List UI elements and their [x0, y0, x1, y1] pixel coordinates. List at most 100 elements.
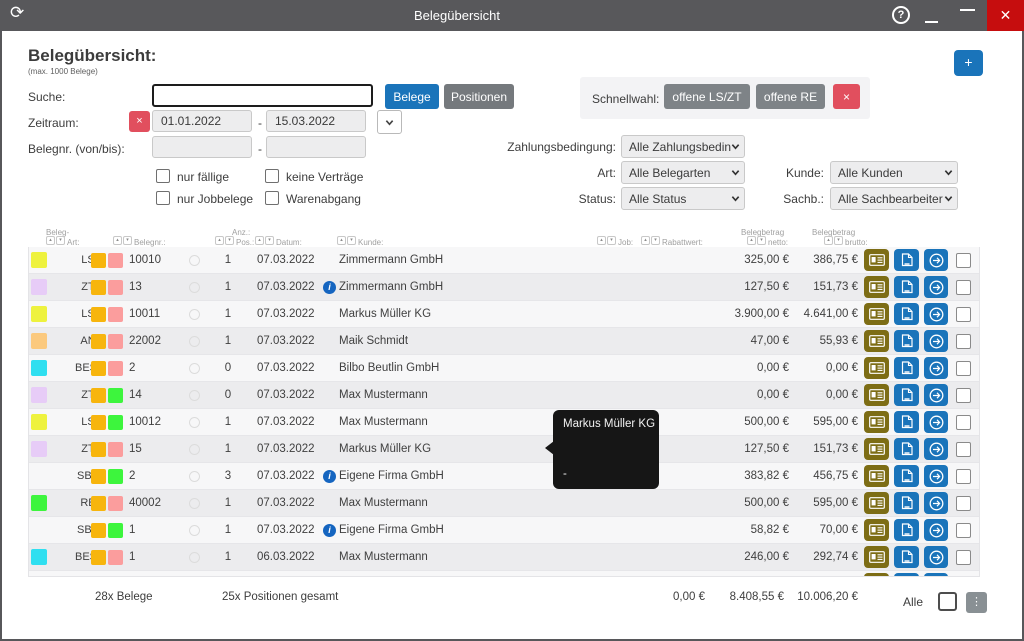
open-beleg-button[interactable] [924, 303, 948, 325]
pdf-button[interactable] [894, 573, 919, 577]
sort-buttons-job[interactable]: ▴▾ [597, 236, 616, 245]
sort-buttons-art[interactable]: ▴▾ [46, 236, 65, 245]
open-beleg-button[interactable] [924, 384, 948, 406]
pdf-button[interactable] [894, 303, 919, 325]
open-beleg-button[interactable] [924, 276, 948, 298]
open-beleg-button[interactable] [924, 411, 948, 433]
open-beleg-button[interactable] [924, 438, 948, 460]
positionen-button[interactable]: Positionen [444, 84, 514, 109]
warenabgang-checkbox[interactable] [265, 191, 279, 205]
table-row[interactable]: SBB 1 1 07.03.2022 i Eigene Firma GmbH 5… [29, 517, 979, 544]
table-row[interactable]: RE 40002 1 07.03.2022 i Max Mustermann 5… [29, 490, 979, 517]
pdf-button[interactable] [894, 546, 919, 568]
table-row[interactable]: ZT 13 1 07.03.2022 i Zimmermann GmbH 127… [29, 274, 979, 301]
open-beleg-button[interactable] [924, 492, 948, 514]
alle-checkbox[interactable] [938, 592, 957, 611]
info-icon[interactable]: i [323, 524, 336, 537]
sort-buttons-netto[interactable]: ▴▾ [747, 236, 766, 245]
belegnr-von-field[interactable] [152, 136, 252, 158]
minimize-icon[interactable] [925, 21, 938, 23]
offene-lszt-button[interactable]: offene LS/ZT [664, 84, 750, 109]
keine-vertraege-checkbox[interactable] [265, 169, 279, 183]
zeitraum-bis-field[interactable]: 15.03.2022 [266, 110, 366, 132]
row-checkbox[interactable] [956, 280, 971, 295]
offene-re-button[interactable]: offene RE [756, 84, 825, 109]
info-icon[interactable]: i [323, 281, 336, 294]
sort-buttons-belegnr[interactable]: ▴▾ [113, 236, 132, 245]
search-input[interactable] [152, 84, 373, 107]
maximize-icon[interactable] [960, 9, 975, 11]
table-row[interactable]: AN 22002 1 07.03.2022 i Maik Schmidt 47,… [29, 328, 979, 355]
row-checkbox[interactable] [956, 523, 971, 538]
sort-buttons-kunde[interactable]: ▴▾ [337, 236, 356, 245]
row-checkbox[interactable] [956, 253, 971, 268]
customer-card-button[interactable] [864, 249, 889, 271]
pdf-button[interactable] [894, 492, 919, 514]
row-checkbox[interactable] [956, 334, 971, 349]
pdf-button[interactable] [894, 438, 919, 460]
zeitraum-dropdown-button[interactable] [377, 110, 402, 134]
table-row[interactable]: ZT 11 0 04.03.2022 i Max Mustermann 0,00… [29, 571, 979, 577]
pdf-button[interactable] [894, 276, 919, 298]
open-beleg-button[interactable] [924, 465, 948, 487]
add-button[interactable]: + [954, 50, 983, 76]
table-row[interactable]: LS 10012 1 07.03.2022 i Max Mustermann 5… [29, 409, 979, 436]
nur-jobbelege-checkbox[interactable] [156, 191, 170, 205]
schnellwahl-clear-button[interactable]: × [833, 84, 860, 109]
customer-card-button[interactable] [864, 411, 889, 433]
customer-card-button[interactable] [864, 330, 889, 352]
pdf-button[interactable] [894, 357, 919, 379]
open-beleg-button[interactable] [924, 249, 948, 271]
customer-card-button[interactable] [864, 573, 889, 577]
info-icon[interactable]: i [323, 470, 336, 483]
sort-buttons-datum[interactable]: ▴▾ [255, 236, 274, 245]
customer-card-button[interactable] [864, 438, 889, 460]
customer-card-button[interactable] [864, 357, 889, 379]
belegnr-bis-field[interactable] [266, 136, 366, 158]
zeitraum-clear-button[interactable]: × [129, 111, 150, 132]
row-checkbox[interactable] [956, 442, 971, 457]
customer-card-button[interactable] [864, 303, 889, 325]
table-row[interactable]: LS 10011 1 07.03.2022 i Markus Müller KG… [29, 301, 979, 328]
customer-card-button[interactable] [864, 546, 889, 568]
customer-card-button[interactable] [864, 519, 889, 541]
open-beleg-button[interactable] [924, 357, 948, 379]
zahlungsbedingung-select[interactable]: Alle Zahlungsbedingur [621, 135, 745, 158]
open-beleg-button[interactable] [924, 546, 948, 568]
pdf-button[interactable] [894, 465, 919, 487]
table-row[interactable]: BEST 1 1 06.03.2022 i Max Mustermann 246… [29, 544, 979, 571]
nur-faellige-checkbox[interactable] [156, 169, 170, 183]
pdf-button[interactable] [894, 249, 919, 271]
row-checkbox[interactable] [956, 469, 971, 484]
pdf-button[interactable] [894, 411, 919, 433]
row-checkbox[interactable] [956, 307, 971, 322]
row-checkbox[interactable] [956, 388, 971, 403]
close-button[interactable]: ✕ [987, 0, 1024, 31]
table-row[interactable]: ZT 14 0 07.03.2022 i Max Mustermann 0,00… [29, 382, 979, 409]
pdf-button[interactable] [894, 330, 919, 352]
more-actions-button[interactable]: ⋮ [966, 592, 987, 613]
open-beleg-button[interactable] [924, 573, 948, 577]
table-row[interactable]: ZT 15 1 07.03.2022 i Markus Müller KG 12… [29, 436, 979, 463]
open-beleg-button[interactable] [924, 330, 948, 352]
sort-buttons-rabattwert[interactable]: ▴▾ [641, 236, 660, 245]
table-row[interactable]: LS 10010 1 07.03.2022 i Zimmermann GmbH … [29, 247, 979, 274]
sachbearbeiter-select[interactable]: Alle Sachbearbeiter [830, 187, 958, 210]
kunde-select[interactable]: Alle Kunden [830, 161, 958, 184]
table-row[interactable]: SBB 2 3 07.03.2022 i Eigene Firma GmbH 3… [29, 463, 979, 490]
row-checkbox[interactable] [956, 361, 971, 376]
customer-card-button[interactable] [864, 384, 889, 406]
sort-buttons-brutto[interactable]: ▴▾ [824, 236, 843, 245]
table-row[interactable]: BEST 2 0 07.03.2022 i Bilbo Beutlin GmbH… [29, 355, 979, 382]
zeitraum-von-field[interactable]: 01.01.2022 [152, 110, 252, 132]
help-icon[interactable]: ? [892, 6, 910, 24]
sort-buttons-pos[interactable]: ▴▾ [215, 236, 234, 245]
row-checkbox[interactable] [956, 496, 971, 511]
pdf-button[interactable] [894, 519, 919, 541]
row-checkbox[interactable] [956, 550, 971, 565]
open-beleg-button[interactable] [924, 519, 948, 541]
customer-card-button[interactable] [864, 492, 889, 514]
pdf-button[interactable] [894, 384, 919, 406]
row-checkbox[interactable] [956, 415, 971, 430]
customer-card-button[interactable] [864, 276, 889, 298]
